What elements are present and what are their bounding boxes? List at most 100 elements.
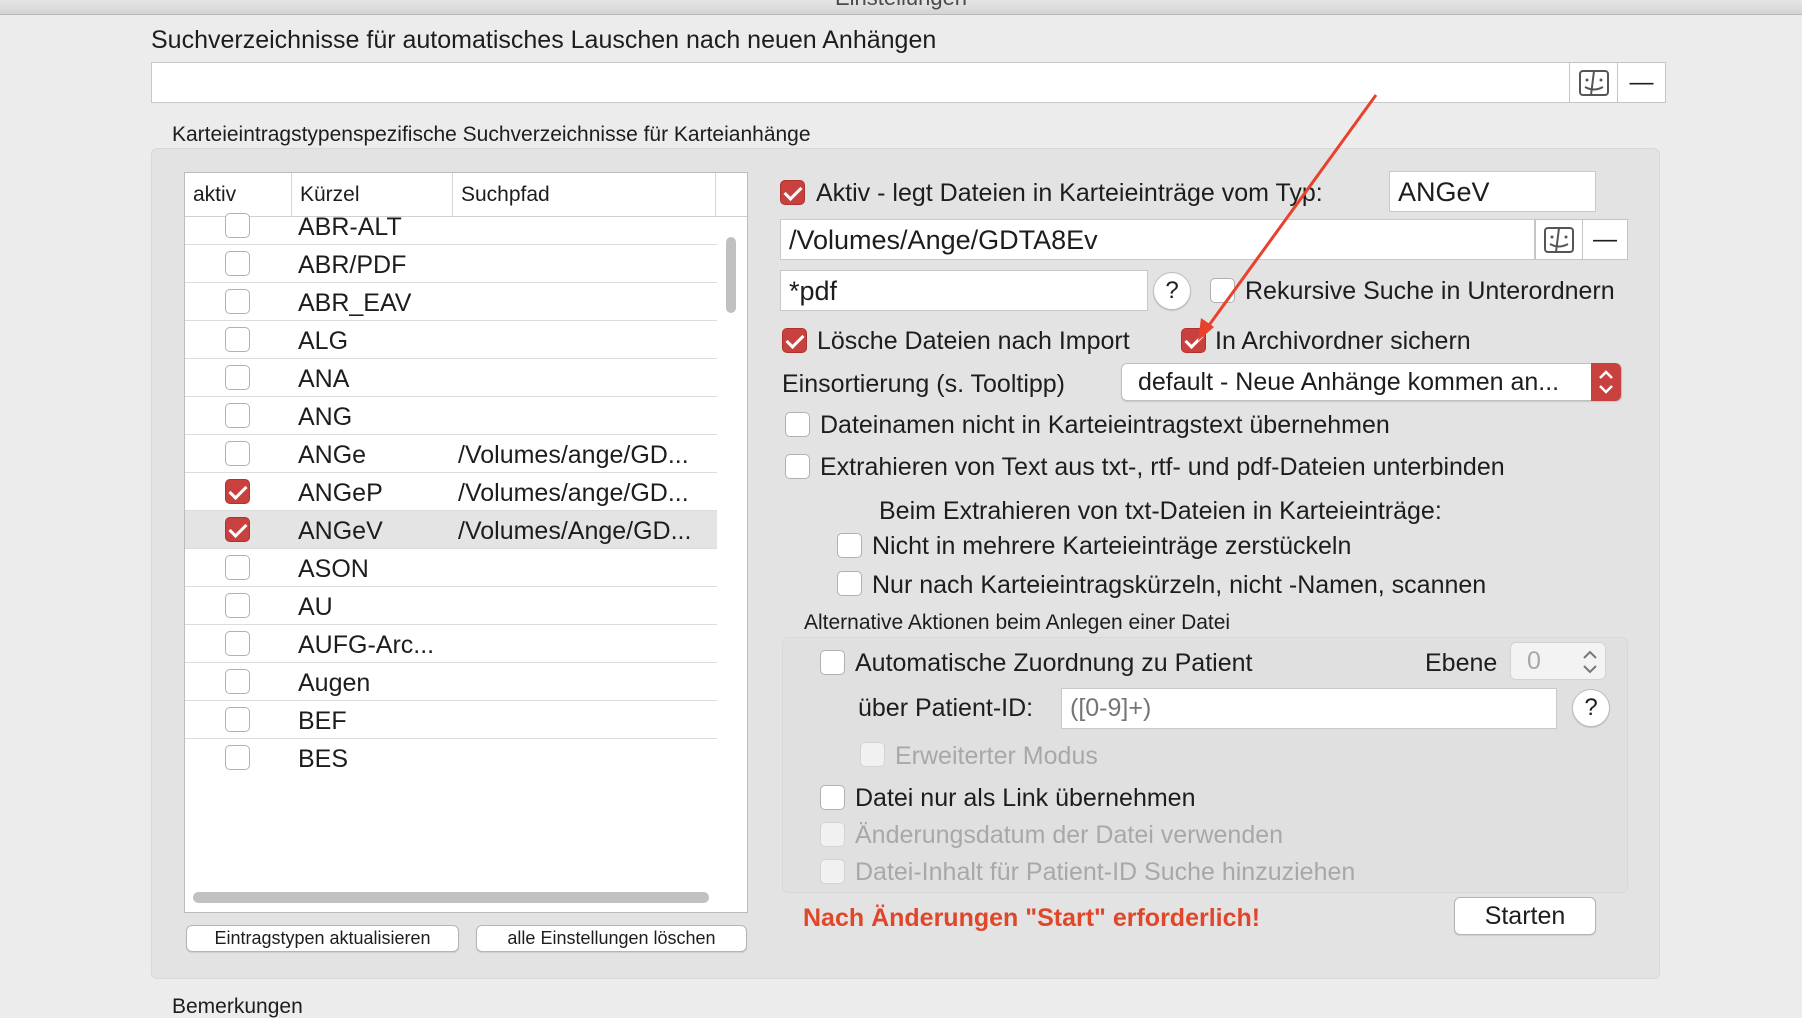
mod-date-label: Änderungsdatum der Datei verwenden <box>855 821 1284 849</box>
mod-date-checkbox[interactable] <box>820 822 845 847</box>
table-row[interactable]: ASON <box>185 549 717 587</box>
row-abbr: ANGe <box>298 441 367 469</box>
table-row[interactable]: ALG <box>185 321 717 359</box>
row-active-checkbox[interactable] <box>225 631 250 656</box>
table-row[interactable]: ANG <box>185 397 717 435</box>
row-active-checkbox[interactable] <box>225 365 250 390</box>
no-filename-label: Dateinamen nicht in Karteieintragstext ü… <box>820 411 1390 439</box>
no-extract-label: Extrahieren von Text aus txt-, rtf- und … <box>820 453 1505 481</box>
active-checkbox[interactable] <box>780 180 805 205</box>
row-active-checkbox[interactable] <box>225 441 250 466</box>
row-abbr: ANG <box>298 403 353 431</box>
notes-label: Bemerkungen <box>172 995 303 1018</box>
vertical-scrollbar[interactable] <box>723 237 739 837</box>
table-row[interactable]: ABR/PDF <box>185 245 717 283</box>
row-active-checkbox[interactable] <box>225 251 250 276</box>
row-abbr: ABR_EAV <box>298 289 412 317</box>
row-path: /Volumes/ange/GD... <box>458 479 689 507</box>
type-field[interactable]: ANGeV <box>1389 171 1596 212</box>
row-active-checkbox[interactable] <box>225 289 250 314</box>
type-table: aktiv Kürzel Suchpfad ABR-ALT ABR/PDF ABR_… <box>184 172 748 913</box>
finder-add-button[interactable] <box>1569 62 1618 103</box>
delete-after-import-checkbox[interactable] <box>782 328 807 353</box>
patient-id-label: über Patient-ID: <box>858 694 1034 722</box>
update-types-button[interactable]: Eintragstypen aktualisieren <box>186 925 459 952</box>
row-active-checkbox[interactable] <box>225 213 250 238</box>
table-row[interactable]: BEF <box>185 701 717 739</box>
abbr-only-label: Nur nach Karteieintragskürzeln, nicht -N… <box>872 571 1487 599</box>
row-path: /Volumes/ange/GD... <box>458 441 689 469</box>
table-row[interactable]: ANA <box>185 359 717 397</box>
table-row[interactable]: ANGe/Volumes/ange/GD... <box>185 435 717 473</box>
row-active-checkbox[interactable] <box>225 517 250 542</box>
sort-select[interactable]: default - Neue Anhänge kommen an... <box>1121 363 1622 401</box>
pattern-help-button[interactable]: ? <box>1153 272 1191 310</box>
row-active-checkbox[interactable] <box>225 745 250 770</box>
pattern-field[interactable]: *pdf <box>780 270 1148 311</box>
typespecific-label: Karteieintragstypenspezifische Suchverze… <box>172 123 811 146</box>
row-active-checkbox[interactable] <box>225 479 250 504</box>
auto-assign-checkbox[interactable] <box>820 650 845 675</box>
link-only-checkbox[interactable] <box>820 785 845 810</box>
row-abbr: AUFG-Arc... <box>298 631 435 659</box>
link-only-label: Datei nur als Link übernehmen <box>855 784 1196 812</box>
table-row[interactable]: ANGeP/Volumes/ange/GD... <box>185 473 717 511</box>
active-label: Aktiv - legt Dateien in Karteieinträge v… <box>816 179 1323 207</box>
table-row[interactable]: ABR-ALT <box>185 207 717 245</box>
content-search-checkbox[interactable] <box>820 859 845 884</box>
txt-extract-heading: Beim Extrahieren von txt-Dateien in Kart… <box>879 497 1442 525</box>
stepper-arrows-icon <box>1583 650 1597 674</box>
abbr-only-checkbox[interactable] <box>837 571 862 596</box>
watch-dirs-label: Suchverzeichnisse für automatisches Laus… <box>151 26 937 54</box>
auto-assign-label: Automatische Zuordnung zu Patient <box>855 649 1253 677</box>
no-split-checkbox[interactable] <box>837 533 862 558</box>
remove-path-button[interactable]: — <box>1582 219 1628 260</box>
horizontal-scrollbar[interactable] <box>191 889 711 905</box>
row-active-checkbox[interactable] <box>225 403 250 428</box>
vertical-scroll-thumb[interactable] <box>726 237 736 313</box>
window-title: Einstellungen <box>0 0 1802 11</box>
patient-id-help-button[interactable]: ? <box>1572 689 1610 727</box>
row-active-checkbox[interactable] <box>225 669 250 694</box>
table-row[interactable]: BES <box>185 739 717 774</box>
no-filename-checkbox[interactable] <box>785 412 810 437</box>
no-extract-checkbox[interactable] <box>785 454 810 479</box>
patient-id-input[interactable] <box>1061 688 1557 729</box>
row-active-checkbox[interactable] <box>225 327 250 352</box>
no-split-label: Nicht in mehrere Karteieinträge zerstück… <box>872 532 1352 560</box>
alt-actions-title: Alternative Aktionen beim Anlegen einer … <box>804 611 1231 634</box>
table-rows: ABR-ALT ABR/PDF ABR_EAV ALG ANA ANG ANGe/Volum… <box>185 207 717 774</box>
content-search-label: Datei-Inhalt für Patient-ID Suche hinzuz… <box>855 858 1356 886</box>
row-abbr: Augen <box>298 669 371 697</box>
extended-mode-checkbox[interactable] <box>860 742 885 767</box>
finder-path-button[interactable] <box>1535 219 1583 260</box>
recursive-checkbox[interactable] <box>1210 278 1235 303</box>
row-active-checkbox[interactable] <box>225 707 250 732</box>
table-row[interactable]: Augen <box>185 663 717 701</box>
watch-dirs-field[interactable] <box>151 62 1571 103</box>
minus-icon: — <box>1593 225 1617 253</box>
restart-warning: Nach Änderungen "Start" erforderlich! <box>803 904 1261 932</box>
table-row[interactable]: ABR_EAV <box>185 283 717 321</box>
path-field[interactable]: /Volumes/Ange/GDTA8Ev <box>780 219 1535 260</box>
row-abbr: ABR/PDF <box>298 251 407 279</box>
level-stepper[interactable]: 0 <box>1510 642 1606 680</box>
sort-label: Einsortierung (s. Tooltipp) <box>782 370 1066 398</box>
archive-checkbox[interactable] <box>1181 328 1206 353</box>
table-row[interactable]: ANGeV/Volumes/Ange/GD... <box>185 511 717 549</box>
extended-mode-label: Erweiterter Modus <box>895 742 1098 770</box>
table-row[interactable]: AU <box>185 587 717 625</box>
select-stepper-icon <box>1591 363 1621 401</box>
row-active-checkbox[interactable] <box>225 555 250 580</box>
recursive-label: Rekursive Suche in Unterordnern <box>1245 277 1615 305</box>
sort-select-value: default - Neue Anhänge kommen an... <box>1138 368 1560 396</box>
row-active-checkbox[interactable] <box>225 593 250 618</box>
start-button[interactable]: Starten <box>1454 897 1596 935</box>
remove-watch-dir-button[interactable]: — <box>1617 62 1666 103</box>
horizontal-scroll-thumb[interactable] <box>193 892 709 903</box>
clear-settings-button[interactable]: alle Einstellungen löschen <box>476 925 747 952</box>
finder-icon <box>1578 69 1609 96</box>
row-abbr: ALG <box>298 327 349 355</box>
archive-label: In Archivordner sichern <box>1215 327 1471 355</box>
table-row[interactable]: AUFG-Arc... <box>185 625 717 663</box>
